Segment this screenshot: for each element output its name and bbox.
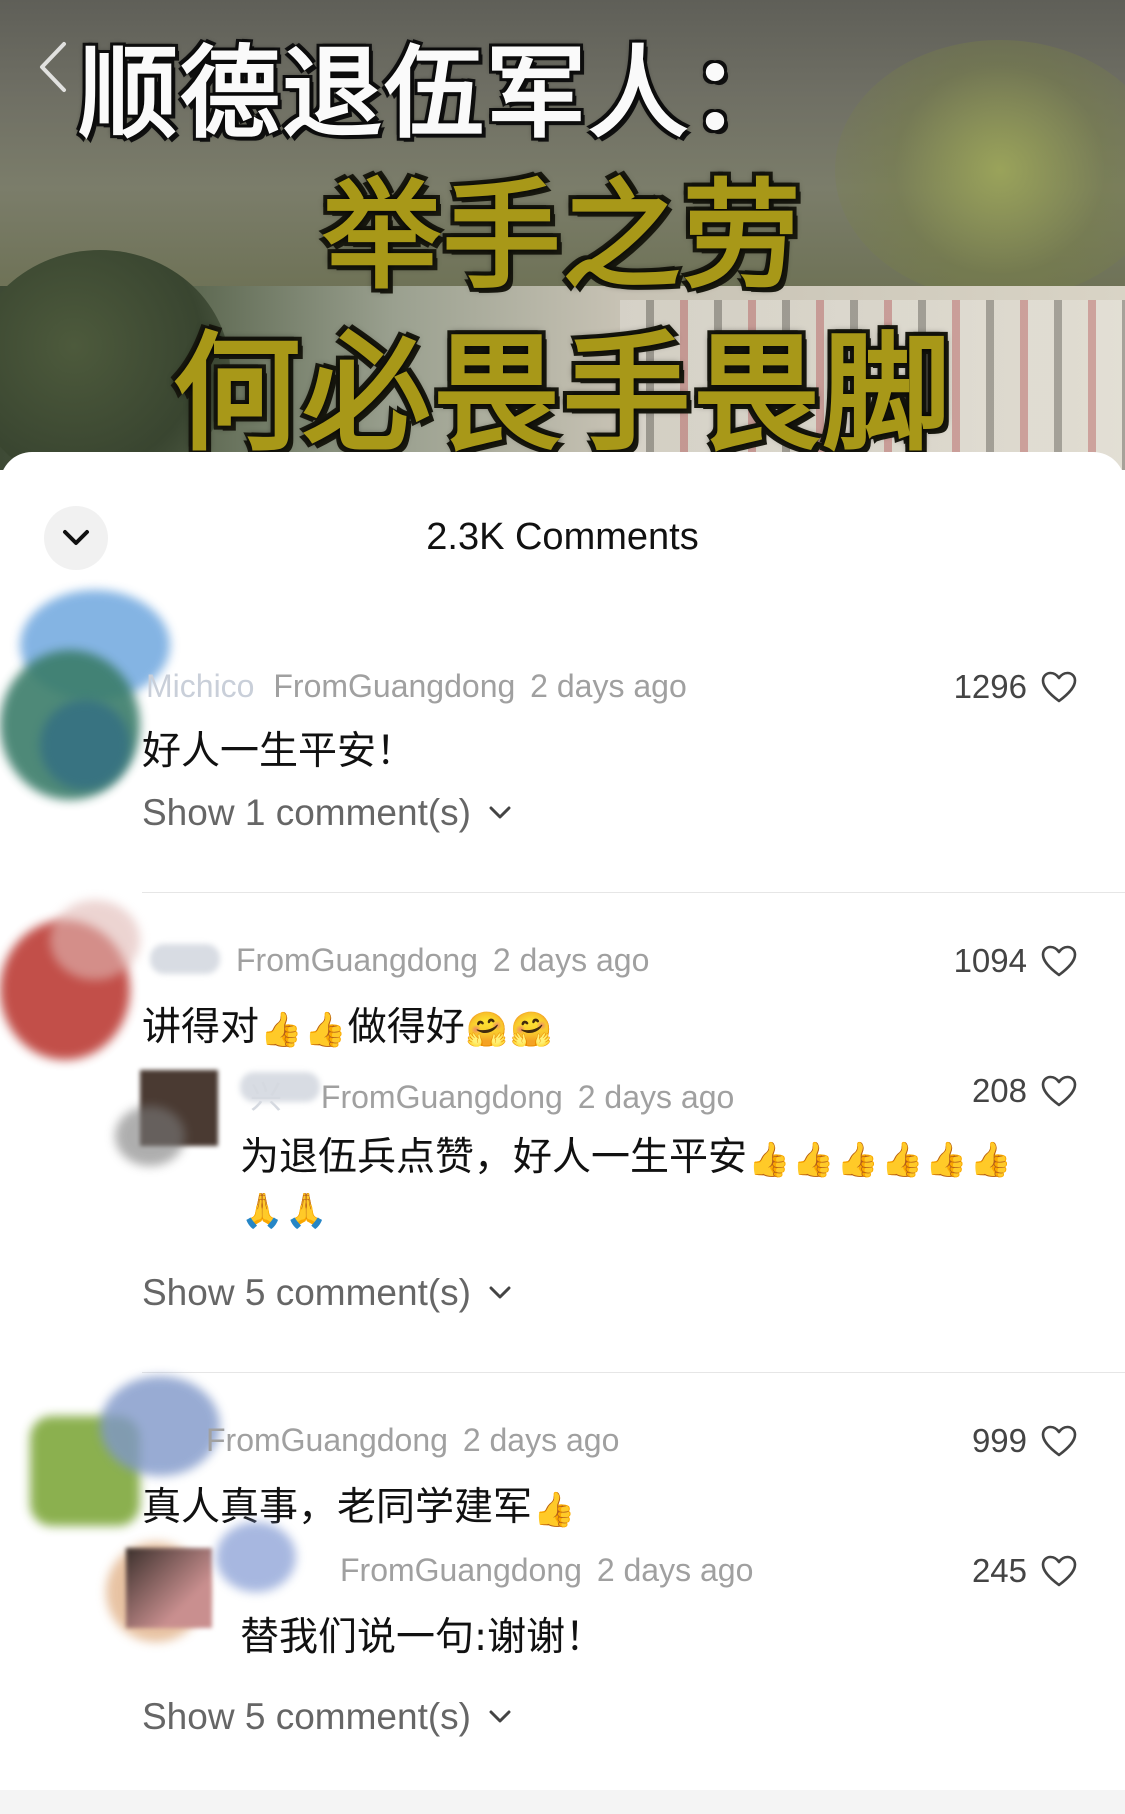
timestamp: 2 days ago — [462, 1422, 620, 1458]
location: FromGuangdong — [320, 1079, 563, 1115]
like-count: 999 — [971, 1422, 1027, 1459]
heart-icon — [1041, 945, 1077, 977]
avatar[interactable] — [0, 900, 150, 1080]
thumbs-up-emoji: 👍 — [304, 1009, 347, 1050]
like-count: 245 — [971, 1552, 1027, 1589]
like-button[interactable]: 245 — [972, 1552, 1077, 1590]
username[interactable]: Michico — [146, 668, 254, 704]
show-replies-button[interactable]: Show 5 comment(s) — [142, 1272, 511, 1314]
video-preview[interactable]: 顺德退伍军人： 举手之劳 何必畏手畏脚 — [0, 0, 1125, 470]
location: FromGuangdong — [273, 668, 516, 704]
heart-icon — [1041, 1555, 1077, 1587]
comment-meta: FromGuangdong 2 days ago — [206, 1422, 619, 1459]
comment-meta: Michico FromGuangdong 2 days ago — [146, 668, 687, 705]
heart-icon — [1041, 1075, 1077, 1107]
back-icon[interactable] — [38, 40, 68, 103]
avatar[interactable] — [0, 590, 170, 820]
reply-text: 替我们说一句:谢谢！ — [240, 1615, 605, 1660]
divider — [142, 1372, 1125, 1373]
chevron-down-icon — [489, 806, 511, 819]
video-caption-line3: 何必畏手畏脚 — [172, 319, 953, 469]
show-replies-button[interactable]: Show 1 comment(s) — [142, 792, 511, 834]
show-replies-label: Show 5 comment(s) — [142, 1696, 471, 1737]
location: FromGuangdong — [340, 1552, 582, 1588]
location: FromGuangdong — [236, 942, 478, 978]
comment-text-part: 讲得对 — [142, 1005, 260, 1050]
pray-emoji: 🙏 — [241, 1190, 284, 1231]
show-replies-label: Show 1 comment(s) — [142, 792, 471, 833]
timestamp: 2 days ago — [596, 1552, 754, 1588]
hug-emoji: 🤗 — [465, 1009, 509, 1050]
timestamp: 2 days ago — [530, 668, 687, 704]
comments-title: 2.3K Comments — [426, 516, 699, 558]
like-count: 1094 — [953, 942, 1027, 979]
like-button[interactable]: 208 — [972, 1072, 1077, 1110]
thumbs-up-emoji: 👍 — [925, 1139, 968, 1180]
location: FromGuangdong — [206, 1422, 448, 1458]
chevron-down-icon — [489, 1710, 511, 1723]
thumbs-up-emoji: 👍 — [881, 1139, 924, 1180]
timestamp: 2 days ago — [577, 1079, 735, 1115]
like-button[interactable]: 999 — [972, 1422, 1077, 1460]
reply-meta: FromGuangdong 2 days ago — [340, 1552, 753, 1589]
comment-text: 好人一生平安！ — [142, 729, 416, 774]
thumbs-up-emoji: 👍 — [748, 1139, 791, 1180]
comment-text-part: 做得好 — [347, 1005, 465, 1050]
username-fragment[interactable]: 兴 — [250, 1079, 282, 1115]
thumbs-up-emoji: 👍 — [533, 1489, 576, 1530]
like-count: 1296 — [953, 668, 1027, 705]
chevron-down-icon — [489, 1286, 511, 1299]
reply-meta: 兴 FromGuangdong 2 days ago — [250, 1072, 734, 1118]
like-count: 208 — [971, 1072, 1027, 1109]
thumbs-up-emoji: 👍 — [792, 1139, 835, 1180]
thumbs-up-emoji: 👍 — [260, 1009, 303, 1050]
hug-emoji: 🤗 — [510, 1009, 553, 1050]
show-replies-label: Show 5 comment(s) — [142, 1272, 471, 1313]
thumbs-up-emoji: 👍 — [969, 1139, 1013, 1180]
divider — [142, 892, 1125, 893]
video-caption-line1: 顺德退伍军人： — [78, 34, 792, 152]
reply-text-part: 为退伍兵点赞，好人一生平安 — [240, 1135, 748, 1180]
comment-text: 讲得对👍👍做得好🤗🤗 — [142, 996, 553, 1052]
bottom-bar — [0, 1790, 1125, 1814]
reply-text-line2: 🙏🙏 — [240, 1186, 329, 1231]
timestamp: 2 days ago — [492, 942, 650, 978]
heart-icon — [1041, 1425, 1077, 1457]
like-button[interactable]: 1094 — [954, 942, 1077, 980]
reply-avatar[interactable] — [115, 1066, 225, 1166]
reply-text: 为退伍兵点赞，好人一生平安👍👍👍👍👍👍 — [240, 1126, 1013, 1182]
comment-meta: FromGuangdong 2 days ago — [236, 942, 649, 979]
thumbs-up-emoji: 👍 — [836, 1139, 880, 1180]
like-button[interactable]: 1296 — [954, 668, 1077, 706]
pray-emoji: 🙏 — [285, 1190, 328, 1231]
heart-icon — [1041, 671, 1077, 703]
show-replies-button[interactable]: Show 5 comment(s) — [142, 1696, 511, 1738]
video-caption-line2: 举手之劳 — [322, 166, 803, 305]
